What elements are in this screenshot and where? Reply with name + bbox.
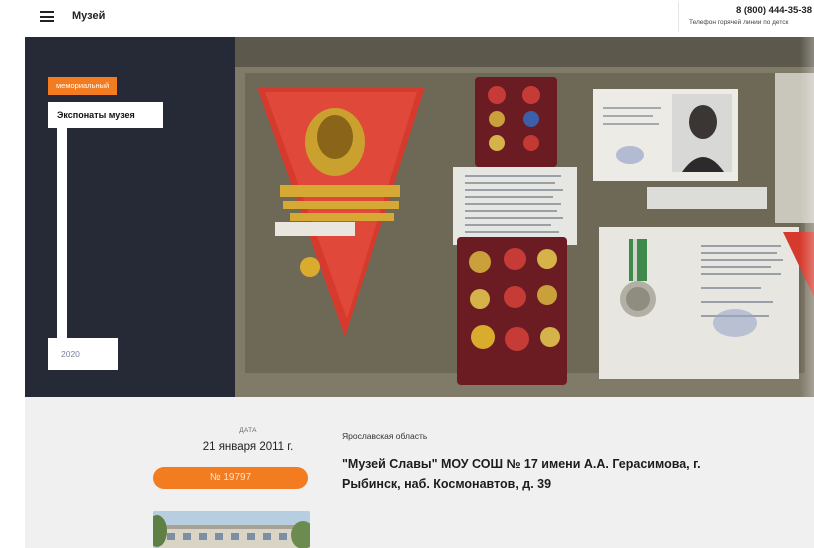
hero-section: мемориальный Экспонаты музея 2020 xyxy=(25,37,814,397)
region-label: Ярославская область xyxy=(342,431,428,441)
exhibit-photo-illustration xyxy=(235,37,814,397)
timeline-line xyxy=(57,128,67,340)
hotline-phone[interactable]: 8 (800) 444-35-38 xyxy=(736,5,812,16)
site-header: Музей 8 (800) 444-35-38 Телефон горячей … xyxy=(0,0,814,37)
hamburger-menu-icon[interactable] xyxy=(40,11,54,22)
museum-thumbnail-image xyxy=(153,511,310,548)
exhibits-label[interactable]: Экспонаты музея xyxy=(48,102,163,128)
header-divider xyxy=(678,2,679,32)
museum-type-tag[interactable]: мемориальный xyxy=(48,77,118,95)
hero-left-panel: мемориальный Экспонаты музея 2020 xyxy=(25,37,234,397)
hotline-caption: Телефон горячей линии по детск xyxy=(689,19,789,26)
museum-thumbnail[interactable] xyxy=(153,511,310,548)
museum-title[interactable]: "Музей Славы" МОУ СОШ № 17 имени А.А. Ге… xyxy=(342,454,762,494)
exhibit-photo xyxy=(235,37,814,397)
right-edge-shade xyxy=(800,37,814,397)
registry-number-badge[interactable]: № 19797 xyxy=(153,467,308,489)
year-box[interactable]: 2020 xyxy=(48,338,118,370)
site-title[interactable]: Музей xyxy=(72,10,105,22)
museum-info-section: ДАТА 21 января 2011 г. № 19797 Ярославск… xyxy=(25,397,814,548)
date-caption: ДАТА xyxy=(239,427,257,434)
date-value: 21 января 2011 г. xyxy=(202,441,294,453)
